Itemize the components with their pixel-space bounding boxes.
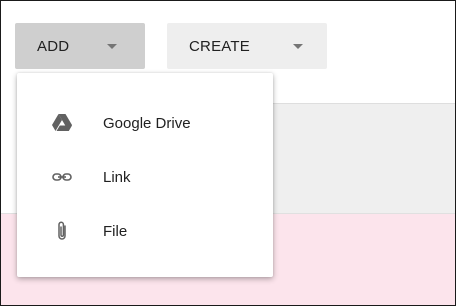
add-button-label: ADD: [37, 37, 70, 55]
add-dropdown-menu: Google Drive Link File: [17, 73, 273, 277]
link-icon: [51, 166, 73, 188]
create-button-label: CREATE: [189, 37, 250, 55]
menu-item-label: Google Drive: [103, 114, 191, 132]
content-strip-grey: [259, 103, 455, 214]
chevron-down-icon: [107, 44, 117, 49]
create-button[interactable]: CREATE: [167, 23, 327, 69]
app-frame: ADD CREATE Google Drive Link File: [0, 0, 456, 306]
google-drive-icon: [51, 112, 73, 134]
menu-item-link[interactable]: Link: [17, 157, 273, 197]
menu-item-google-drive[interactable]: Google Drive: [17, 103, 273, 143]
add-button[interactable]: ADD: [15, 23, 145, 69]
menu-item-label: Link: [103, 168, 131, 186]
menu-item-label: File: [103, 222, 128, 240]
chevron-down-icon: [293, 44, 303, 49]
paperclip-icon: [51, 220, 73, 242]
menu-item-file[interactable]: File: [17, 211, 273, 251]
